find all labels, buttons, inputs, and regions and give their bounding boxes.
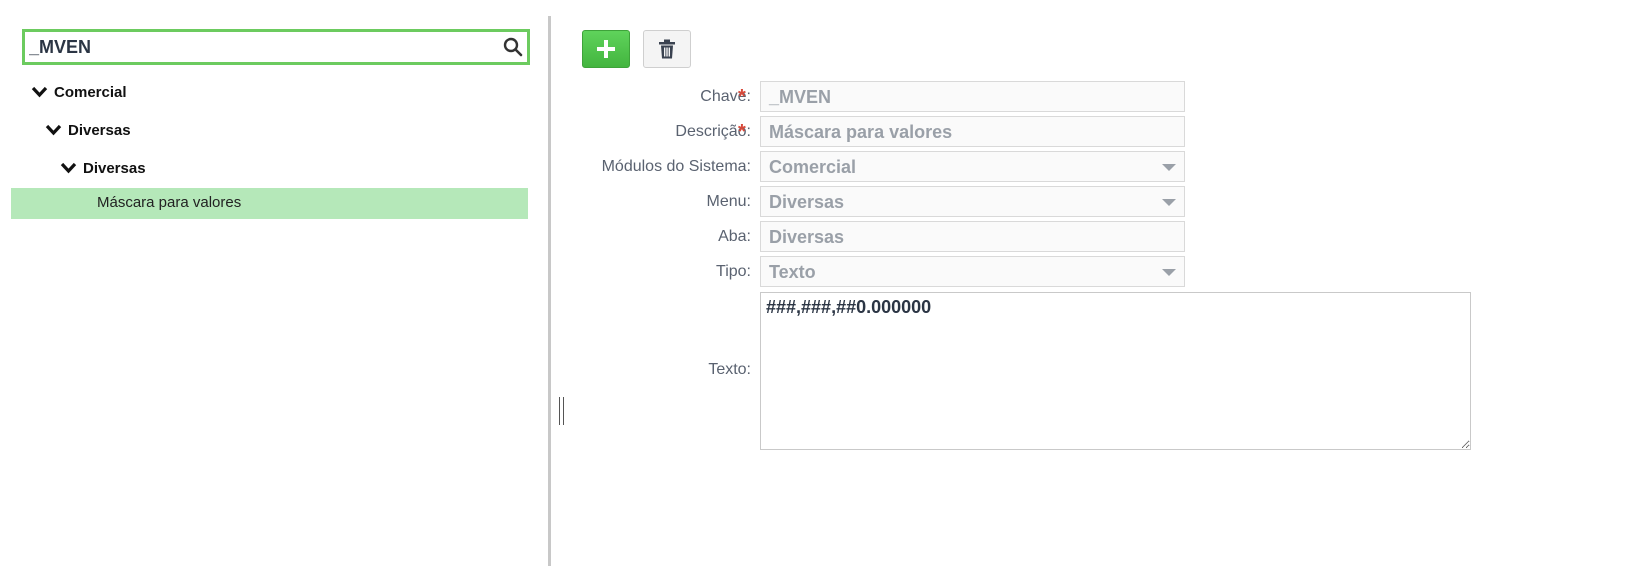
- modulos-select-value: Comercial: [769, 157, 857, 177]
- descricao-field[interactable]: Máscara para valores: [760, 116, 1185, 147]
- splitter-handle[interactable]: [559, 397, 566, 425]
- search-input[interactable]: [29, 32, 499, 62]
- search-box: [22, 29, 530, 65]
- chevron-down-icon: [45, 124, 62, 136]
- caret-down-icon: [1162, 164, 1176, 171]
- tree-node-comercial[interactable]: Comercial: [31, 80, 127, 104]
- tree-node-label: Comercial: [54, 83, 127, 101]
- tipo-select-value: Texto: [769, 262, 816, 282]
- modulos-select[interactable]: Comercial: [760, 151, 1185, 182]
- delete-button[interactable]: [643, 30, 691, 68]
- tree-node-diversas-sub[interactable]: Diversas: [60, 156, 146, 180]
- plus-icon: [597, 40, 615, 58]
- tipo-label: Tipo:: [716, 263, 751, 280]
- tree-node-label: Diversas: [68, 121, 131, 139]
- trash-icon: [659, 39, 675, 59]
- descricao-required-mark: *: [738, 121, 746, 143]
- add-button[interactable]: [582, 30, 630, 68]
- menu-select-value: Diversas: [769, 192, 845, 212]
- tree-node-diversas[interactable]: Diversas: [45, 118, 131, 142]
- tree-node-label: Diversas: [83, 159, 146, 177]
- tree-leaf-mascara-para-valores[interactable]: Máscara para valores: [11, 188, 528, 219]
- menu-select[interactable]: Diversas: [760, 186, 1185, 217]
- texto-label: Texto:: [708, 361, 751, 378]
- chevron-down-icon: [60, 162, 77, 174]
- menu-label: Menu:: [706, 193, 751, 210]
- panel-splitter[interactable]: [548, 16, 551, 566]
- aba-field[interactable]: Diversas: [760, 221, 1185, 252]
- tipo-select[interactable]: Texto: [760, 256, 1185, 287]
- chevron-down-icon: [31, 86, 48, 98]
- texto-textarea[interactable]: ###,###,##0.000000: [760, 292, 1471, 450]
- tree-panel: Comercial Diversas Diversas Máscara para…: [0, 0, 548, 566]
- chave-required-mark: *: [738, 86, 746, 108]
- aba-label: Aba:: [718, 228, 751, 245]
- modulos-label: Módulos do Sistema:: [601, 158, 751, 175]
- chave-field[interactable]: _MVEN: [760, 81, 1185, 112]
- caret-down-icon: [1162, 269, 1176, 276]
- caret-down-icon: [1162, 199, 1176, 206]
- tree-leaf-label: Máscara para valores: [97, 194, 242, 211]
- search-icon[interactable]: [503, 37, 523, 57]
